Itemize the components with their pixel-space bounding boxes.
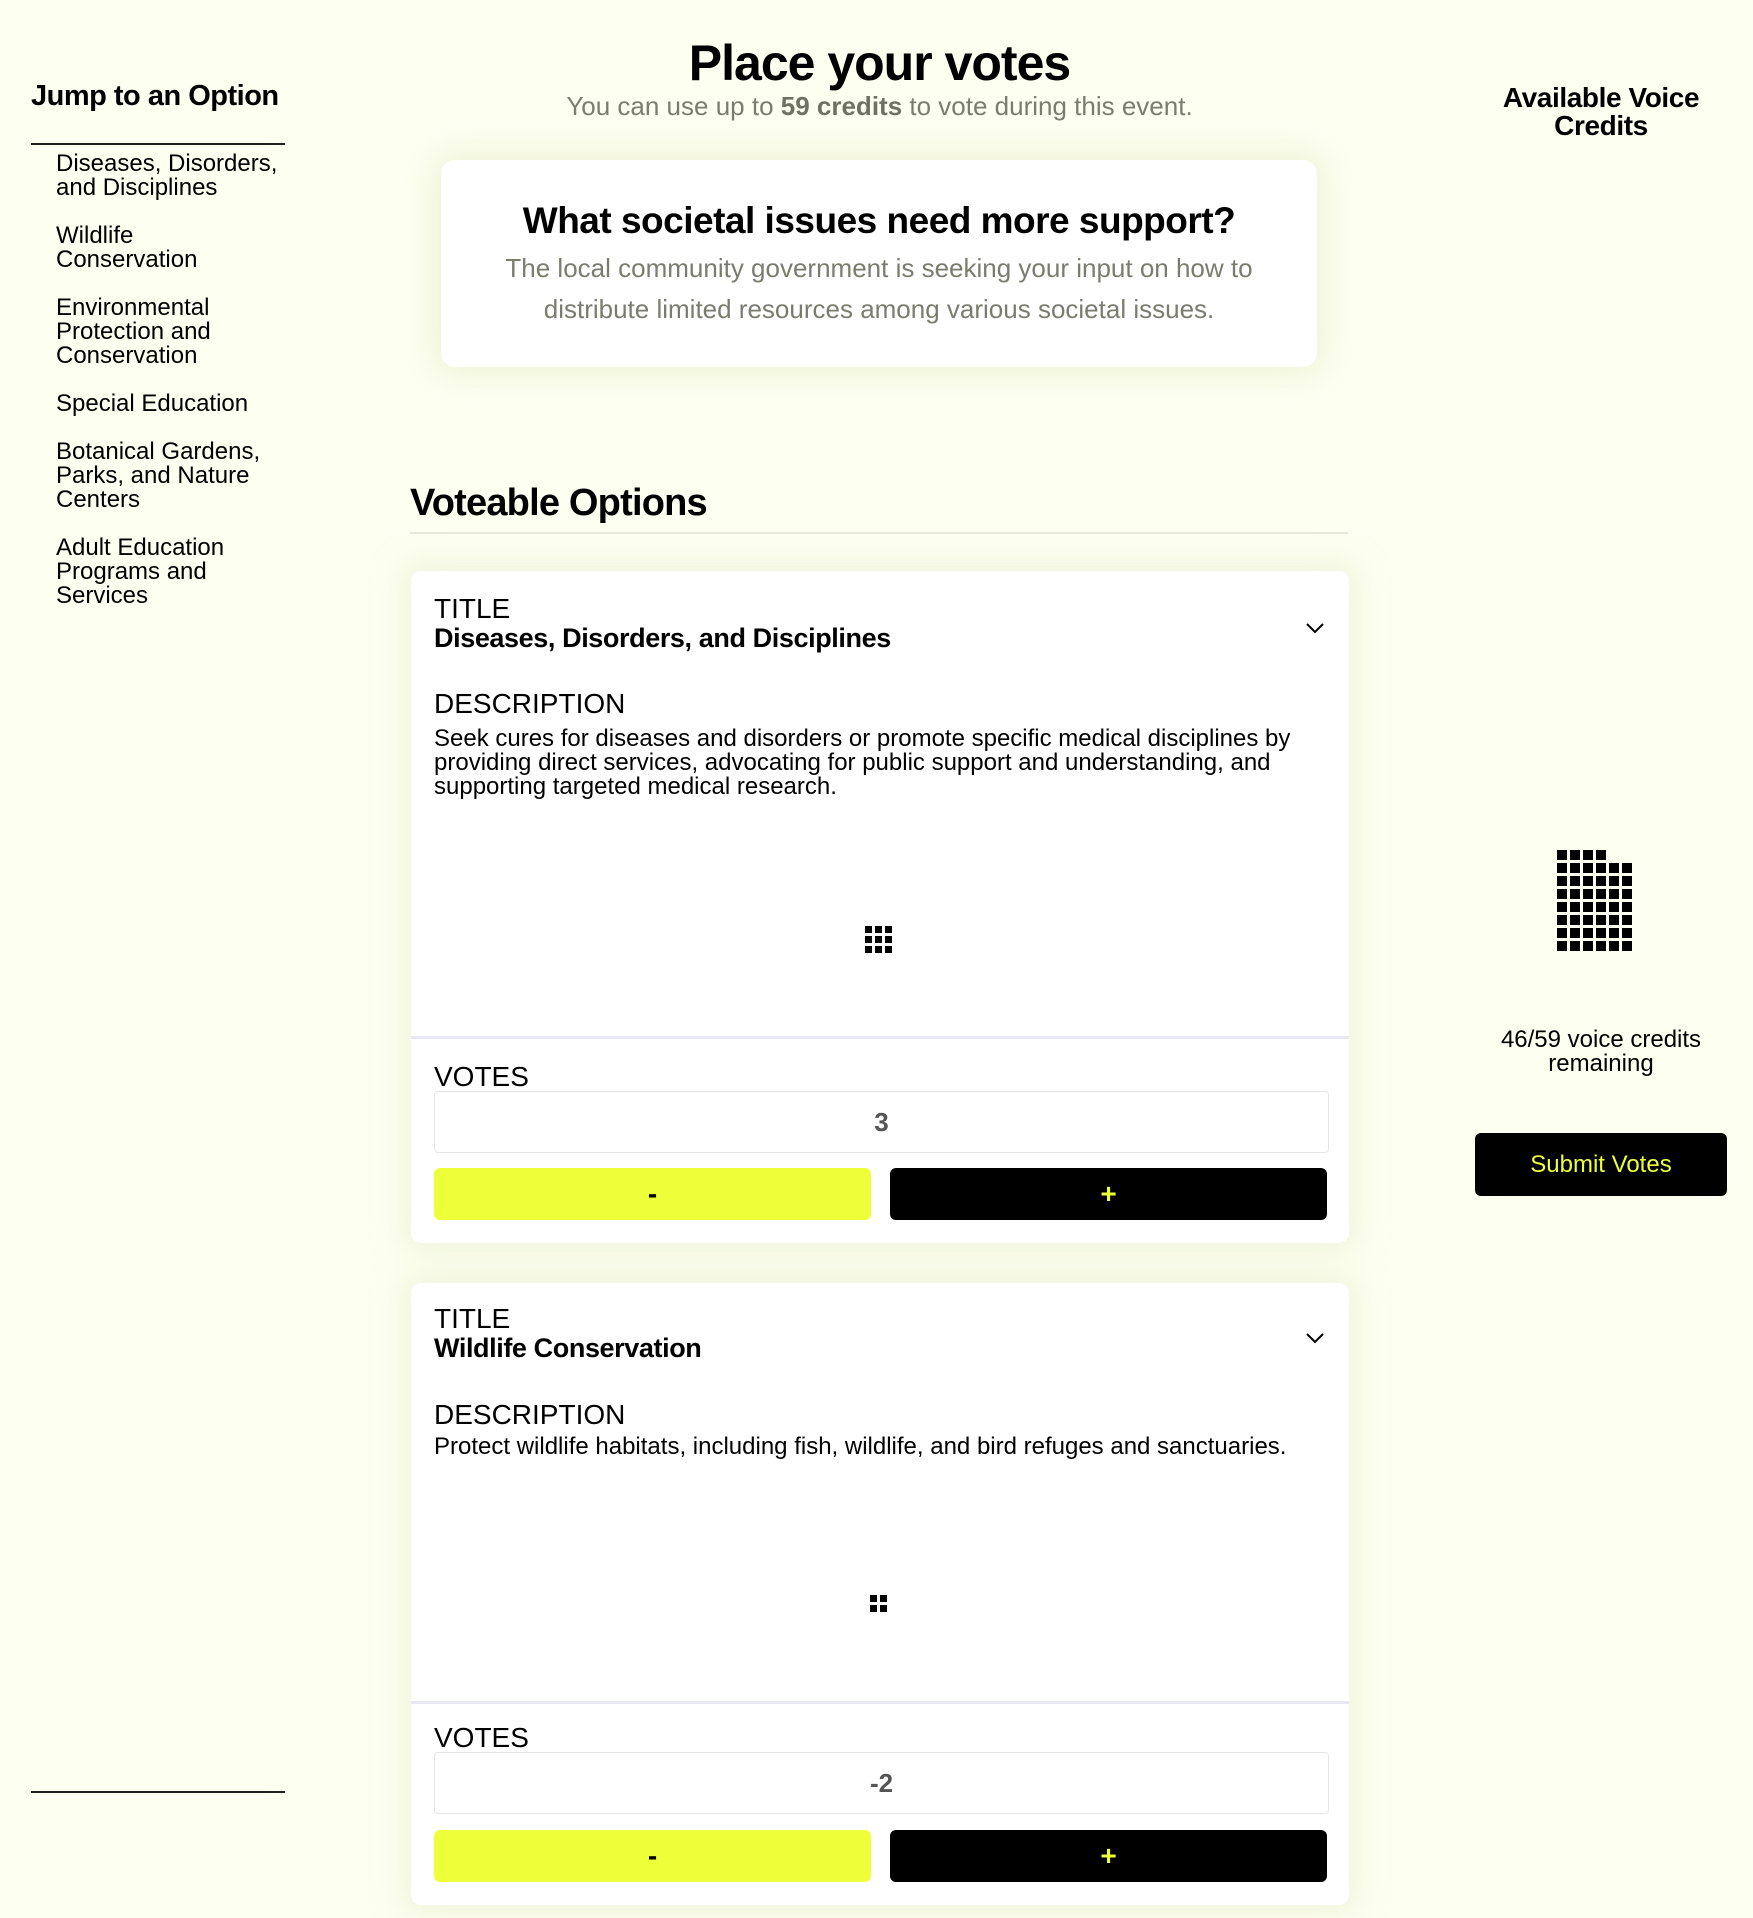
credit-square [1570, 889, 1580, 899]
option-card: TITLE Diseases, Disorders, and Disciplin… [411, 571, 1349, 1243]
decrease-vote-button[interactable]: - [434, 1830, 871, 1882]
chevron-down-icon[interactable] [1303, 616, 1327, 640]
credit-square [1609, 889, 1619, 899]
credit-square [1596, 902, 1606, 912]
credit-square [1596, 876, 1606, 886]
question-card: What societal issues need more support? … [441, 160, 1317, 367]
option-title: Wildlife Conservation [434, 1333, 702, 1363]
option-card: TITLE Wildlife Conservation DESCRIPTION … [411, 1283, 1349, 1905]
credit-square [1557, 941, 1567, 951]
option-title: Diseases, Disorders, and Disciplines [434, 623, 891, 653]
credit-square [1583, 941, 1593, 951]
credit-square [1557, 928, 1567, 938]
credit-square [1622, 876, 1632, 886]
options-divider [410, 532, 1348, 534]
credit-square [1609, 915, 1619, 925]
credit-square [1570, 941, 1580, 951]
votes-input[interactable]: 3 [434, 1091, 1329, 1153]
credit-square [1596, 928, 1606, 938]
remaining-credits-grid [1557, 850, 1632, 951]
votes-label: VOTES [434, 1722, 529, 1753]
credit-square [1622, 915, 1632, 925]
credit-square [1583, 850, 1593, 860]
credit-squares [865, 926, 892, 953]
credit-square [1609, 863, 1619, 873]
credit-square [1583, 863, 1593, 873]
credit-square [1570, 915, 1580, 925]
chevron-down-icon[interactable] [1303, 1326, 1327, 1350]
credit-square [1609, 876, 1619, 886]
credit-square [1583, 889, 1593, 899]
credit-square [1596, 915, 1606, 925]
credit-square [1622, 863, 1632, 873]
credit-square [1557, 850, 1567, 860]
subtitle-after: to vote during this event. [902, 91, 1193, 121]
sidebar-item-botanical-gardens[interactable]: Botanical Gardens, Parks, and Nature Cen… [56, 440, 281, 512]
credit-square [1596, 850, 1606, 860]
credit-square [1557, 902, 1567, 912]
votes-divider [411, 1036, 1349, 1039]
credit-square [1596, 863, 1606, 873]
sidebar-bottom-divider [31, 1791, 285, 1793]
credit-square [1557, 915, 1567, 925]
credit-square [1557, 889, 1567, 899]
sidebar-list: Diseases, Disorders, and Disciplines Wil… [56, 152, 281, 632]
option-description: Protect wildlife habitats, including fis… [434, 1433, 1287, 1460]
votes-label: VOTES [434, 1061, 529, 1092]
credit-square [1570, 928, 1580, 938]
credit-square [1622, 889, 1632, 899]
credit-square [1570, 863, 1580, 873]
subtitle-credits: 59 credits [780, 91, 903, 121]
credit-square [1622, 941, 1632, 951]
title-label: TITLE [434, 593, 511, 624]
vote-credits-grid [870, 1595, 887, 1612]
credits-remaining-text: 46/59 voice credits remaining [1500, 1026, 1702, 1077]
credit-square [1557, 863, 1567, 873]
sidebar-item-special-education[interactable]: Special Education [56, 392, 281, 416]
credit-square [1622, 928, 1632, 938]
credit-square [1596, 889, 1606, 899]
increase-vote-button[interactable]: + [890, 1168, 1327, 1220]
title-label: TITLE [434, 1303, 511, 1334]
votes-divider [411, 1701, 1349, 1704]
credit-square [1570, 876, 1580, 886]
sidebar-item-environmental[interactable]: Environmental Protection and Conservatio… [56, 296, 281, 368]
sidebar-item-diseases[interactable]: Diseases, Disorders, and Disciplines [56, 152, 281, 200]
vote-credits-grid [865, 926, 892, 953]
description-label: DESCRIPTION [434, 1399, 626, 1430]
credit-square [1557, 876, 1567, 886]
question-description: The local community government is seekin… [505, 253, 1253, 324]
sidebar-item-wildlife[interactable]: Wildlife Conservation [56, 224, 281, 272]
credit-squares [870, 1595, 887, 1612]
credit-square [1583, 928, 1593, 938]
credit-square [1609, 941, 1619, 951]
sidebar-item-adult-education[interactable]: Adult Education Programs and Services [56, 536, 281, 608]
credit-square [1570, 850, 1580, 860]
available-credits-title: Available Voice Credits [1502, 82, 1700, 141]
credit-square [1583, 876, 1593, 886]
question-title: What societal issues need more support? [522, 200, 1236, 241]
option-description: Seek cures for diseases and disorders or… [434, 725, 1291, 800]
submit-votes-button[interactable]: Submit Votes [1475, 1133, 1727, 1196]
credit-square [1570, 902, 1580, 912]
options-heading: Voteable Options [410, 482, 708, 524]
credit-square [1583, 902, 1593, 912]
sidebar-top-divider [31, 143, 285, 145]
description-label: DESCRIPTION [434, 688, 626, 719]
subtitle-before: You can use up to [566, 91, 781, 121]
votes-input[interactable]: -2 [434, 1752, 1329, 1814]
decrease-vote-button[interactable]: - [434, 1168, 871, 1220]
credit-square [1596, 941, 1606, 951]
credit-square [1609, 928, 1619, 938]
credit-square [1583, 915, 1593, 925]
credit-square [1609, 902, 1619, 912]
credit-square [1622, 902, 1632, 912]
increase-vote-button[interactable]: + [890, 1830, 1327, 1882]
